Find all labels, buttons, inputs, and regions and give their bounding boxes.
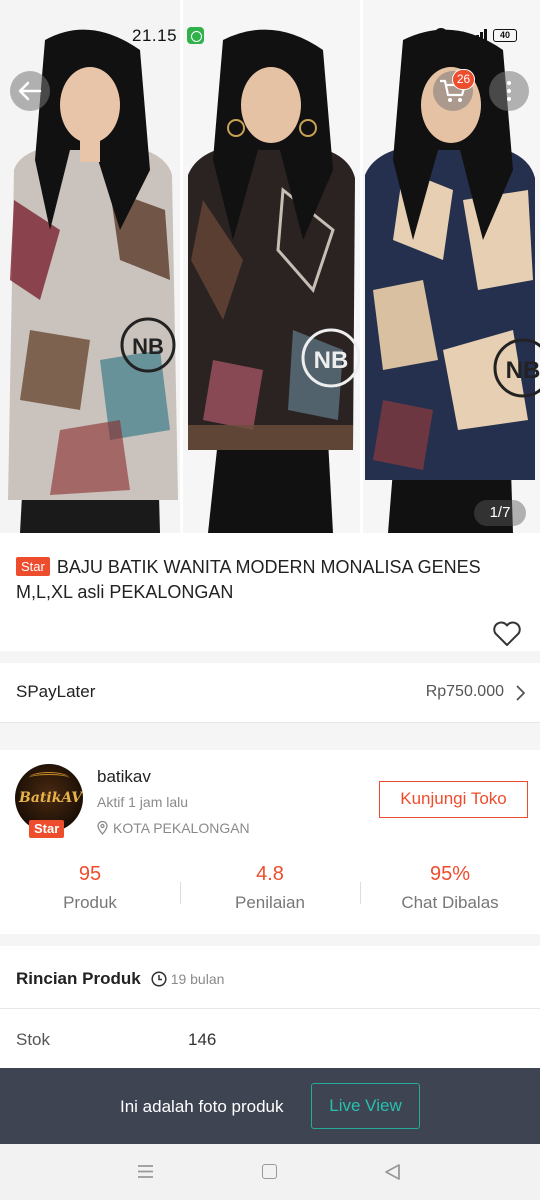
- stat-label: Penilaian: [235, 893, 305, 912]
- back-button[interactable]: [10, 71, 50, 111]
- location-pin-icon: [97, 821, 108, 835]
- star-badge: Star: [16, 557, 50, 576]
- live-view-banner: Ini adalah foto produk Live View: [0, 1068, 540, 1144]
- clock-icon: [151, 971, 167, 987]
- recent-apps-icon[interactable]: [137, 1164, 154, 1179]
- signal-icon: [472, 28, 488, 42]
- stat-value: 4.8: [256, 863, 284, 885]
- watermark-1: NB: [132, 334, 164, 359]
- chevron-right-icon: [516, 685, 525, 701]
- spaylater-row[interactable]: SPayLater Rp750.000: [0, 663, 540, 723]
- photo-counter: 1/7: [474, 500, 526, 526]
- product-photo-model-2: NB: [183, 0, 360, 533]
- heart-icon: [493, 621, 521, 646]
- home-icon[interactable]: [262, 1164, 277, 1179]
- stat-products[interactable]: 95 Produk: [0, 860, 180, 920]
- stock-value: 146: [188, 1030, 217, 1049]
- spaylater-label: SPayLater: [16, 682, 96, 701]
- product-title: Star BAJU BATIK WANITA MODERN MONALISA GE…: [16, 555, 526, 605]
- divider: [0, 1008, 540, 1009]
- shop-name[interactable]: batikav: [97, 767, 151, 787]
- details-duration: 19 bulan: [170, 971, 225, 987]
- product-image-carousel[interactable]: NB NB NB 21.15 4G 40 26 1/7: [0, 0, 540, 533]
- system-navigation-bar: [0, 1144, 540, 1200]
- more-options-button[interactable]: [489, 71, 529, 111]
- shop-stats: 95 Produk 4.8 Penilaian 95% Chat Dibalas: [0, 860, 540, 920]
- watermark-2: NB: [314, 347, 349, 374]
- product-title-text: BAJU BATIK WANITA MODERN MONALISA GENES …: [16, 557, 481, 602]
- favorite-button[interactable]: [492, 621, 522, 649]
- system-icons: 4G 40: [434, 26, 518, 44]
- alarm-icon: [434, 28, 448, 42]
- cart-count-badge: 26: [452, 69, 475, 90]
- avatar-ornament: [29, 772, 69, 784]
- shop-card: BatikAV Star batikav Aktif 1 jam lalu KO…: [0, 750, 540, 934]
- battery-icon: 40: [493, 28, 518, 42]
- shop-logo-text: BatikAV: [19, 790, 83, 806]
- shop-star-badge: Star: [29, 820, 65, 838]
- back-triangle-icon[interactable]: [384, 1163, 401, 1181]
- more-vertical-icon: [507, 81, 511, 101]
- network-type: 4G: [454, 30, 467, 40]
- status-time: 21.15: [132, 26, 178, 45]
- stat-value: 95%: [429, 863, 471, 885]
- product-title-card: Star BAJU BATIK WANITA MODERN MONALISA GE…: [0, 533, 540, 651]
- stat-chat-response[interactable]: 95% Chat Dibalas: [360, 860, 540, 920]
- stat-value: 95: [78, 863, 102, 885]
- shop-location-text: KOTA PEKALONGAN: [113, 820, 250, 836]
- live-view-text: Ini adalah foto produk: [120, 1097, 284, 1116]
- details-title: Rincian Produk: [16, 969, 141, 988]
- visit-shop-button[interactable]: Kunjungi Toko: [379, 781, 528, 818]
- arrow-left-icon: [18, 81, 42, 101]
- stat-label: Produk: [63, 893, 117, 912]
- details-header: Rincian Produk 19 bulan: [16, 969, 224, 989]
- product-details-card: Rincian Produk 19 bulan Stok 146: [0, 946, 540, 1068]
- shop-location: KOTA PEKALONGAN: [97, 820, 250, 836]
- shop-active-status: Aktif 1 jam lalu: [97, 794, 189, 810]
- stat-label: Chat Dibalas: [401, 893, 499, 912]
- whatsapp-notification-icon: [187, 27, 204, 44]
- watermark-3: NB: [506, 357, 540, 384]
- status-bar: 21.15 4G 40: [0, 0, 540, 70]
- spaylater-value: Rp750.000: [425, 683, 504, 700]
- live-view-button[interactable]: Live View: [311, 1083, 420, 1129]
- stat-rating[interactable]: 4.8 Penilaian: [180, 860, 360, 920]
- stock-label: Stok: [16, 1030, 51, 1049]
